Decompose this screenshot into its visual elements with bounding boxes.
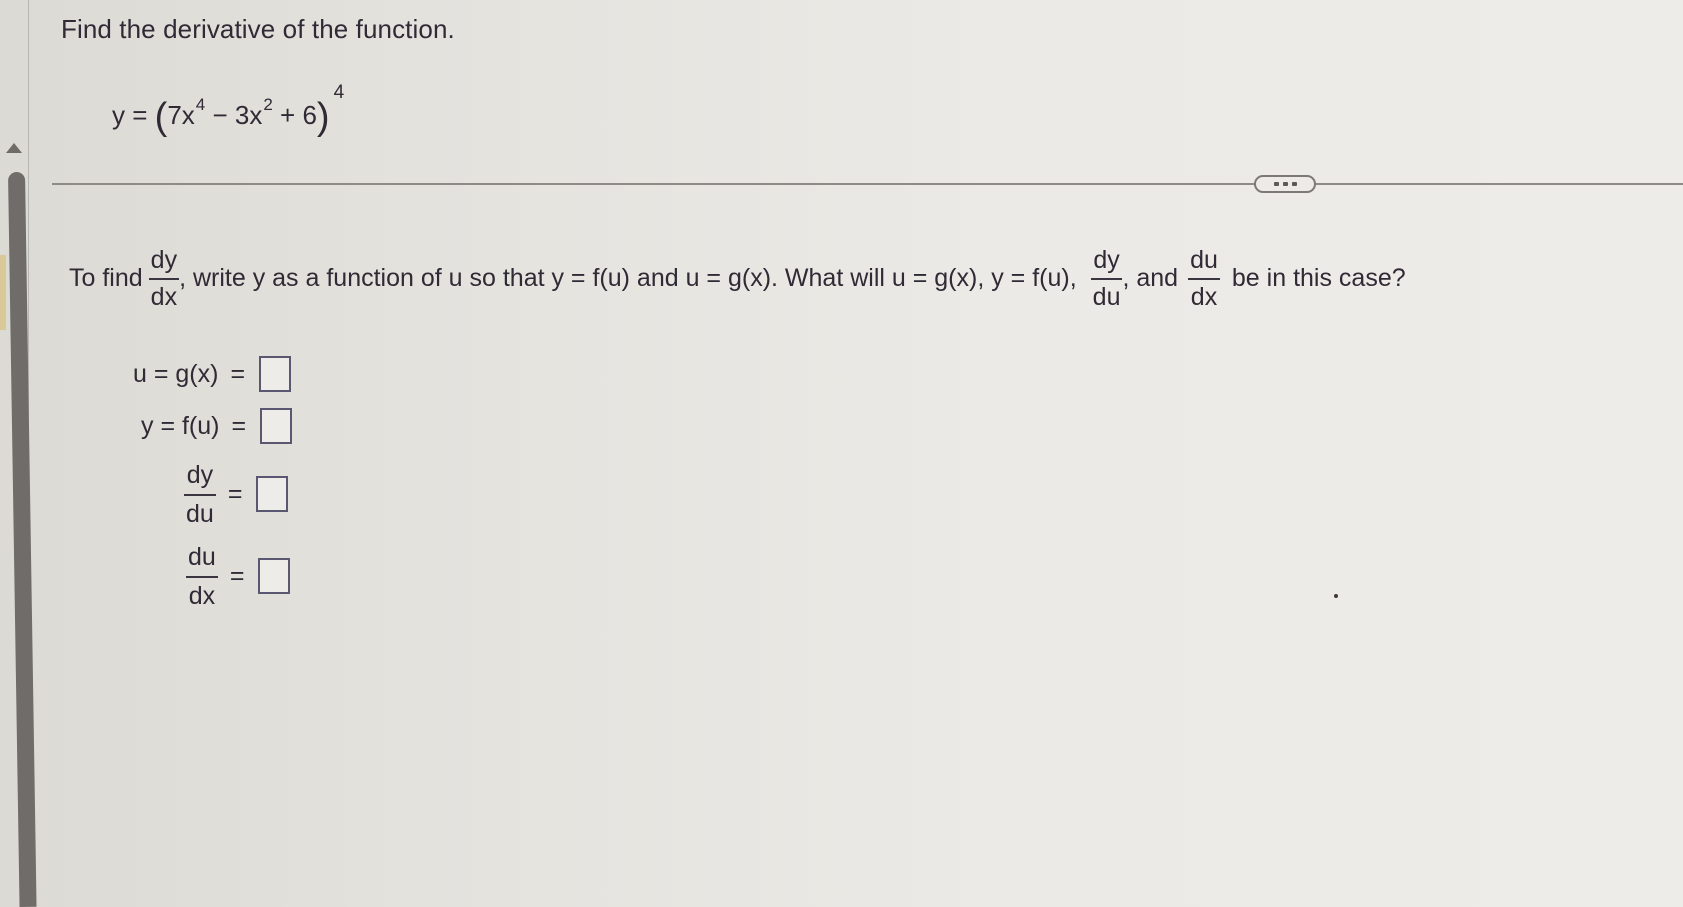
answer-row-du-dx: du dx =	[186, 542, 291, 611]
fraction-dy-dx: dy dx	[148, 246, 180, 311]
fraction-denominator: dx	[150, 282, 178, 311]
fraction-bar	[1090, 278, 1123, 280]
fraction-bar	[186, 576, 218, 578]
answer-row-y-fu: y = f(u) =	[141, 408, 293, 444]
fraction-numerator: dy	[1093, 246, 1120, 274]
fraction-numerator: du	[188, 543, 216, 571]
equals-sign: =	[229, 561, 245, 590]
equation-term2-exponent: 2	[263, 95, 273, 114]
answer-label: y = f(u)	[141, 411, 220, 440]
function-equation: y = (7x4 − 3x2 + 6)4	[112, 82, 344, 139]
fraction-bar	[1188, 278, 1220, 280]
scroll-up-arrow-icon[interactable]	[6, 143, 22, 153]
answer-row-u-gx: u = g(x) =	[133, 356, 292, 392]
answer-label: u = g(x)	[133, 359, 219, 388]
equation-outer-exponent: 4	[333, 82, 345, 103]
equation-constant: + 6	[272, 100, 317, 130]
screen-speck	[1334, 594, 1338, 598]
equation-lhs: y =	[112, 100, 148, 130]
question-prompt: Find the derivative of the function.	[61, 14, 455, 44]
instructions-part4: be in this case?	[1231, 263, 1406, 292]
instructions-part3: , and	[1122, 263, 1179, 292]
vertical-scrollbar-thumb[interactable]	[8, 171, 37, 907]
fraction-numerator: dy	[150, 246, 178, 274]
equals-sign: =	[227, 479, 243, 508]
fraction-du-dx: du dx	[1188, 246, 1220, 311]
instructions-part2: , write y as a function of u so that y =…	[179, 263, 1077, 292]
equation-term2: − 3x	[205, 100, 263, 130]
fraction-numerator: dy	[186, 461, 214, 489]
instructions-part1: To find	[69, 263, 143, 292]
scrollbar-accent	[0, 255, 6, 330]
fraction-bar	[184, 494, 216, 496]
answer-input-dy-du[interactable]	[256, 476, 289, 513]
equation-term1: 7x	[167, 100, 195, 130]
answer-input-y-fu[interactable]	[260, 408, 293, 444]
equals-sign: =	[230, 359, 246, 388]
fraction-denominator: du	[1092, 282, 1121, 311]
ellipsis-icon-dot	[1273, 182, 1279, 186]
equals-sign: =	[231, 411, 247, 440]
fraction-denominator: dx	[1190, 282, 1218, 311]
fraction-du-dx: du dx	[186, 542, 218, 611]
fraction-dy-du: dy du	[184, 460, 216, 529]
answer-input-u-gx[interactable]	[259, 356, 292, 392]
ellipsis-icon-dot	[1291, 182, 1297, 186]
open-paren: (	[154, 96, 168, 138]
section-divider	[52, 183, 1683, 185]
answer-row-dy-du: dy du =	[184, 460, 289, 529]
fraction-bar	[148, 278, 180, 280]
fraction-dy-du: dy du	[1090, 246, 1123, 311]
fraction-denominator: dx	[188, 581, 216, 610]
answer-input-du-dx[interactable]	[258, 558, 291, 595]
more-options-button[interactable]	[1254, 175, 1316, 193]
instructions-text: To find dy dx , write y as a function of…	[69, 246, 1406, 311]
fraction-numerator: du	[1190, 246, 1218, 274]
fraction-denominator: du	[186, 499, 214, 528]
ellipsis-icon-dot	[1282, 182, 1288, 186]
close-paren: )	[316, 96, 330, 138]
equation-term1-exponent: 4	[195, 95, 206, 114]
